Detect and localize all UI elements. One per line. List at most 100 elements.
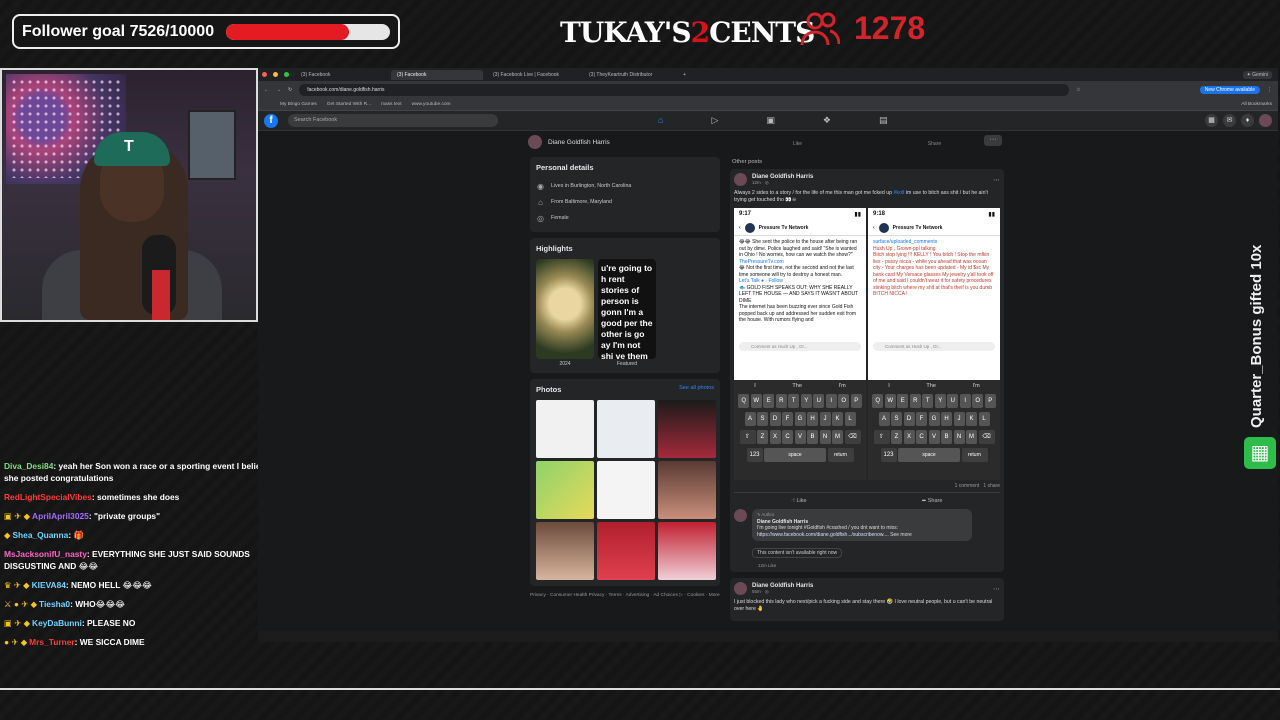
minimize-window-icon[interactable] <box>273 72 278 77</box>
hashtag-link[interactable]: #kotl <box>893 190 904 196</box>
author-avatar[interactable] <box>734 173 747 186</box>
tab-facebook-live[interactable]: (3) Facebook Live | Facebook <box>487 70 579 80</box>
post-author[interactable]: Diane Goldfish Harris <box>752 583 813 589</box>
tab-facebook-active[interactable]: (3) Facebook <box>391 69 483 80</box>
comment-link[interactable]: https://www.facebook.com/diane.goldfish.… <box>757 532 889 538</box>
bookmark-get-started[interactable]: Get Started With R... <box>327 102 371 107</box>
reload-icon[interactable]: ↻ <box>288 87 292 93</box>
commenter-name[interactable]: Diane Goldfish Harris <box>757 519 808 525</box>
post-timestamp[interactable]: 12m · ◎ <box>752 180 813 186</box>
chat-username[interactable]: KeyDaBunni <box>32 618 82 628</box>
keyboard-row: QWERTYUIOP <box>870 394 998 408</box>
bookmark-star-icon[interactable]: ☆ <box>1076 87 1080 93</box>
home-icon: ⌂ <box>538 197 543 207</box>
photo-thumbnail[interactable] <box>597 400 655 458</box>
new-tab-button[interactable]: + <box>683 72 686 78</box>
post-options-icon[interactable]: ⋯ <box>993 176 1000 184</box>
back-arrow-icon: ‹ <box>739 225 741 231</box>
highlight-thumbnail-text: u're going to h rent stories of person i… <box>598 259 656 359</box>
profile-avatar[interactable] <box>528 135 542 149</box>
follower-goal-fill <box>226 23 350 40</box>
previous-like-button[interactable]: Like <box>793 141 802 151</box>
chat-username[interactable]: Tiesha0 <box>39 599 70 609</box>
all-bookmarks[interactable]: All Bookmarks <box>1241 102 1272 107</box>
chat-username[interactable]: MsJacksonifU_nasty <box>4 549 87 559</box>
author-avatar[interactable] <box>734 582 747 595</box>
gaming-icon[interactable]: ▤ <box>879 115 888 126</box>
bookmark-mass-text[interactable]: mass text <box>381 102 402 107</box>
marketplace-icon[interactable]: ▣ <box>766 115 775 126</box>
highlight-featured[interactable]: u're going to h rent stories of person i… <box>598 259 656 367</box>
tab-distributor[interactable]: (3) TheyKeartruth Distributor <box>583 70 675 80</box>
keyboard-key: X <box>769 430 781 444</box>
keyboard-key: E <box>763 394 775 408</box>
post-timestamp[interactable]: 55m · ◎ <box>752 589 813 595</box>
close-window-icon[interactable] <box>262 72 267 77</box>
photo-thumbnail[interactable] <box>658 522 716 580</box>
video-icon[interactable]: ▷ <box>711 115 718 126</box>
bottom-divider <box>0 688 1280 690</box>
post-text: Always 2 sides to a story / for the life… <box>734 190 1000 204</box>
keyboard-suggestion: I'm <box>838 383 846 389</box>
messenger-icon[interactable]: ✉ <box>1223 114 1236 127</box>
post-text-part: Always 2 sides to a story / for the life… <box>734 190 874 196</box>
account-avatar[interactable] <box>1259 114 1272 127</box>
post-options-icon[interactable]: ⋯ <box>993 585 1000 593</box>
see-more-link[interactable]: See more <box>890 532 912 538</box>
bookmark-youtube[interactable]: www.youtube.com <box>412 102 451 107</box>
detail-gender-text: Female <box>551 215 569 221</box>
home-icon[interactable]: ⌂ <box>658 115 663 126</box>
comment-meta[interactable]: 12m Like <box>758 563 1000 568</box>
commenter-avatar[interactable] <box>734 509 747 522</box>
groups-icon[interactable]: ❖ <box>823 115 831 126</box>
follower-goal-progress <box>226 23 390 40</box>
chat-username[interactable]: Mrs_Turner <box>29 637 74 647</box>
photo-thumbnail[interactable] <box>536 400 594 458</box>
previous-share-button[interactable]: Share <box>928 141 941 151</box>
bookmark-bingo[interactable]: My Bingo Games <box>280 102 317 107</box>
chat-text: 🎁 <box>73 530 84 540</box>
post-author[interactable]: Diane Goldfish Harris <box>752 174 813 180</box>
highlights-row: 2024 u're going to h rent stories of per… <box>536 259 714 367</box>
chat-username[interactable]: KIEVA84 <box>32 580 66 590</box>
share-button[interactable]: ➦ Share <box>922 498 943 504</box>
gemini-button[interactable]: ✦ Gemini <box>1242 70 1272 79</box>
like-button[interactable]: ☝ Like <box>792 498 807 504</box>
screenshot-left[interactable]: 9:17 ▮▮ ‹ Pressure Tv Network 😂😂 She sent … <box>734 208 866 480</box>
chat-username[interactable]: Shea_Quanna <box>12 530 68 540</box>
photo-thumbnail[interactable] <box>597 461 655 519</box>
menu-grid-icon[interactable]: ▦ <box>1205 114 1218 127</box>
tab-facebook-1[interactable]: (3) Facebook <box>295 70 387 80</box>
see-all-photos-link[interactable]: See all photos <box>679 385 714 394</box>
keyboard-suggestions: I The I'm <box>870 383 998 389</box>
keyboard-key: P <box>850 394 862 408</box>
chat-username[interactable]: Diva_Desi84 <box>4 461 53 471</box>
detail-hometown-text: From Baltimore, Maryland <box>551 199 612 205</box>
chrome-update-button[interactable]: New Chrome available <box>1199 86 1260 94</box>
facebook-search-input[interactable]: Search Facebook <box>288 114 498 127</box>
brand-logo: TUKAY'S2CENTS <box>560 12 815 54</box>
facebook-logo-icon[interactable]: f <box>264 113 278 128</box>
photo-thumbnail[interactable] <box>536 522 594 580</box>
share-count[interactable]: 1 share <box>983 483 1000 489</box>
highlights-card: Highlights 2024 u're going to h rent sto… <box>530 238 720 373</box>
maximize-window-icon[interactable] <box>284 72 289 77</box>
profile-name[interactable]: Diane Goldfish Harris <box>548 139 610 146</box>
photo-thumbnail[interactable] <box>658 461 716 519</box>
chat-username[interactable]: RedLightSpecialVibes <box>4 492 92 502</box>
photo-thumbnail[interactable] <box>597 522 655 580</box>
highlight-2024[interactable]: 2024 <box>536 259 594 367</box>
address-bar[interactable]: facebook.com/diane.goldfish.harris <box>299 84 1070 96</box>
back-icon[interactable]: ← <box>264 87 269 93</box>
chat-username[interactable]: AprilApril3025 <box>32 511 89 521</box>
forward-icon[interactable]: → <box>276 87 281 93</box>
browser-menu-icon[interactable]: ⋮ <box>1267 87 1272 93</box>
comment-count[interactable]: 1 comment <box>955 483 980 489</box>
phone-status-bar: 9:18 ▮▮ <box>868 208 1000 221</box>
facebook-footer-links[interactable]: Privacy · Consumer Health Privacy · Term… <box>530 592 720 599</box>
notifications-icon[interactable]: ♦ <box>1241 114 1254 127</box>
photo-thumbnail[interactable] <box>658 400 716 458</box>
keyboard-key: J <box>953 412 965 426</box>
screenshot-right[interactable]: 9:18 ▮▮ ‹ Pressure Tv Network surface/uplo… <box>868 208 1000 480</box>
photo-thumbnail[interactable] <box>536 461 594 519</box>
